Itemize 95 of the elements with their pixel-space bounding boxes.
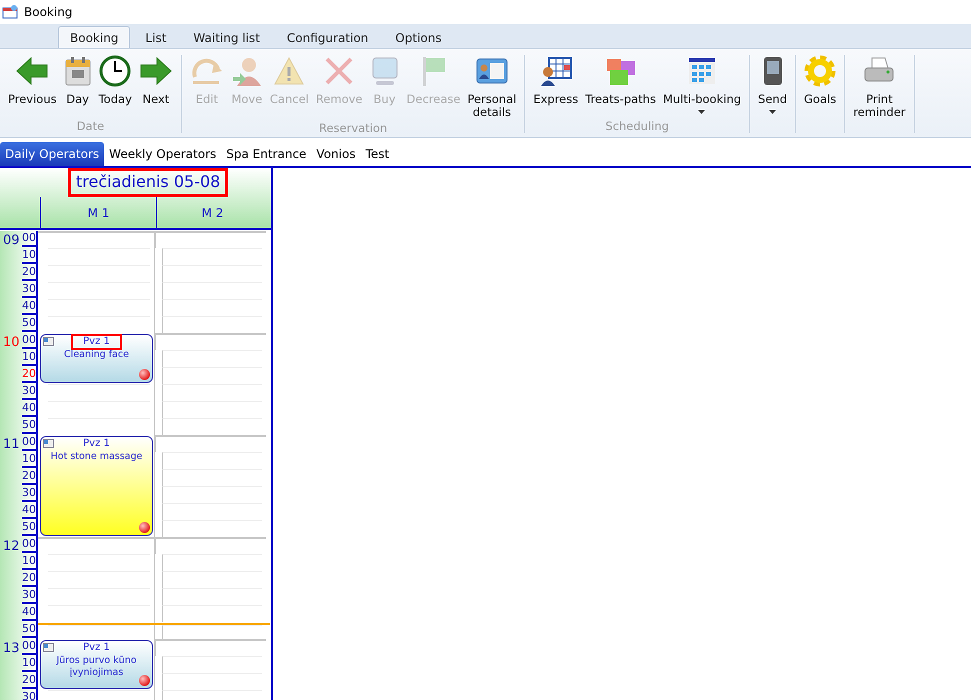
minute-label: 20 [22, 265, 36, 281]
ribbon-tab[interactable]: Waiting list [181, 26, 272, 48]
toolbar-button[interactable]: Print reminder [850, 55, 909, 133]
grid-calendar-icon [686, 55, 717, 87]
date-heading: trečiadienis 05-08 [68, 168, 228, 197]
ribbon-tab[interactable]: Options [383, 26, 454, 48]
group-label: Date [76, 118, 104, 133]
minute-label: 50 [22, 418, 36, 434]
booking-service: Cleaning face [63, 349, 130, 361]
minute-label: 40 [22, 299, 36, 315]
group-label: Scheduling [605, 118, 669, 133]
group-label: Reservation [318, 120, 388, 135]
left-arrow-icon [15, 55, 50, 87]
status-ball-icon [139, 369, 150, 380]
toolbar-button[interactable]: Previous [5, 55, 60, 117]
hour-label: 10 [2, 334, 21, 352]
minute-label: 00 [22, 435, 36, 451]
booking-card[interactable]: Pvz 1 Cleaning face [40, 334, 153, 383]
hour-label: 09 [2, 232, 21, 250]
minute-label: 10 [22, 554, 36, 570]
warning-icon [273, 55, 306, 87]
booking-card[interactable]: Pvz 1 Jūros purvo kūno įvyniojimas [40, 640, 153, 689]
right-arrow-icon [138, 55, 173, 87]
minute-label: 30 [22, 690, 36, 700]
booking-title: Pvz 1 [71, 334, 122, 350]
minute-label: 10 [22, 248, 36, 264]
view-tab[interactable]: Spa Entrance [221, 142, 312, 166]
toolbar-button[interactable]: Today [96, 55, 135, 117]
booking-service: Jūros purvo kūno įvyniojimas [55, 655, 138, 679]
toolbar-button[interactable]: Next [136, 55, 176, 117]
minute-label: 00 [22, 537, 36, 553]
minute-label: 00 [22, 639, 36, 655]
toolbar-button[interactable]: Treats-paths [582, 55, 659, 117]
minute-label: 50 [22, 316, 36, 332]
minute-label: 20 [22, 571, 36, 587]
minute-label: 10 [22, 656, 36, 672]
booking-service: Hot stone massage [50, 451, 144, 463]
person-icon [230, 55, 263, 87]
minute-label: 50 [22, 520, 36, 536]
toolbar-button[interactable]: Send [755, 55, 790, 133]
minute-label: 50 [22, 622, 36, 638]
toolbar-button[interactable]: Day [60, 55, 95, 117]
minute-label: 30 [22, 384, 36, 400]
minute-label: 40 [22, 401, 36, 417]
card-icon [43, 439, 54, 448]
minute-label: 20 [22, 673, 36, 689]
time-slot-cell[interactable] [155, 333, 266, 350]
toolbar-button[interactable]: Personal details [464, 55, 520, 119]
calendar-icon [64, 55, 92, 87]
toolbar-button[interactable]: Goals [801, 55, 840, 133]
status-ball-icon [139, 675, 150, 686]
minute-label: 00 [22, 333, 36, 349]
time-slot-cell[interactable] [155, 537, 266, 554]
minute-label: 10 [22, 350, 36, 366]
minute-label: 30 [22, 486, 36, 502]
view-tab[interactable]: Daily Operators [0, 142, 104, 166]
view-tab[interactable]: Vonios [311, 142, 361, 166]
booking-title: Pvz 1 [82, 437, 111, 451]
hour-label: 12 [2, 538, 21, 556]
caret-icon [769, 110, 776, 114]
minute-label: 30 [22, 588, 36, 604]
booking-card[interactable]: Pvz 1 Hot stone massage [40, 436, 153, 536]
minute-label: 40 [22, 605, 36, 621]
monitor-icon [370, 55, 400, 87]
minute-label: 40 [22, 503, 36, 519]
minute-label: 20 [22, 367, 36, 383]
hour-label: 11 [2, 436, 21, 454]
minute-label: 00 [22, 231, 36, 247]
minute-label: 30 [22, 282, 36, 298]
gear-icon [804, 55, 836, 87]
clock-icon [99, 55, 132, 87]
app-icon [2, 5, 18, 19]
caret-icon [698, 110, 706, 114]
toolbar-button[interactable]: Express [530, 55, 582, 117]
person-calendar-icon [538, 55, 573, 87]
ribbon-tab[interactable]: List [133, 26, 178, 48]
ribbon-tab[interactable]: Booking [58, 26, 130, 48]
time-slot-cell[interactable] [155, 231, 266, 248]
ribbon-tab[interactable]: Configuration [274, 26, 380, 48]
booking-title: Pvz 1 [82, 641, 111, 655]
card-icon [43, 643, 54, 652]
window-title: Booking [24, 5, 72, 19]
minute-label: 20 [22, 469, 36, 485]
card-icon [43, 337, 54, 346]
hour-label: 13 [2, 640, 21, 658]
column-header: M 2 [156, 197, 268, 228]
time-slot-cell[interactable] [155, 435, 266, 452]
minute-label: 10 [22, 452, 36, 468]
column-header: M 1 [40, 197, 156, 228]
cross-icon [323, 55, 356, 87]
status-ball-icon [139, 522, 150, 533]
view-tab[interactable]: Weekly Operators [104, 142, 222, 166]
view-tab[interactable]: Test [360, 142, 394, 166]
toolbar-button[interactable]: Multi-booking [660, 55, 744, 117]
time-slot-cell[interactable] [155, 639, 266, 656]
